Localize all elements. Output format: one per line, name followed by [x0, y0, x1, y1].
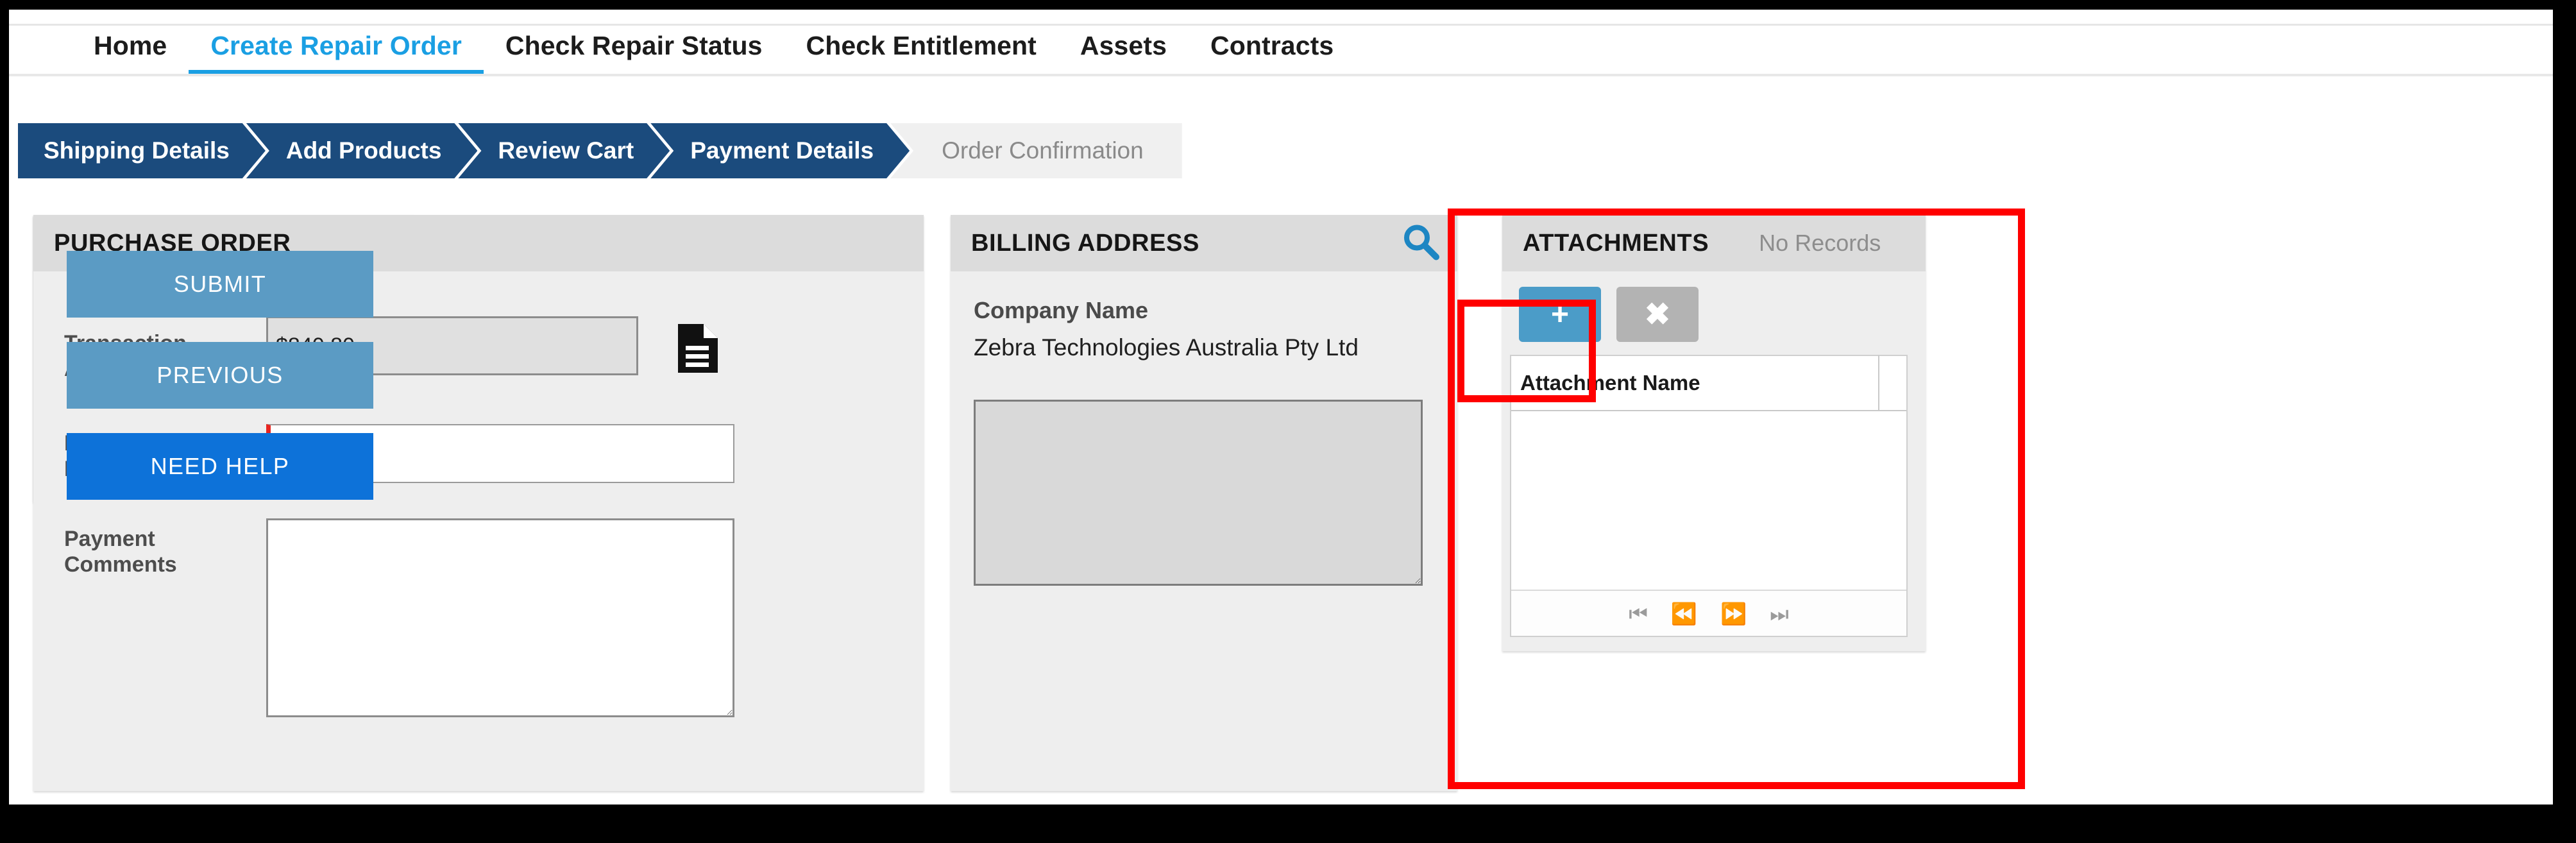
attachments-grid: Attachment Name ⏮ ⏪ ⏩ ⏭	[1510, 355, 1908, 637]
previous-page-button[interactable]: ⏪	[1671, 603, 1697, 624]
wizard-step-order-confirmation: Order Confirmation	[890, 123, 1182, 178]
payment-details-content: PURCHASE ORDER Transaction Amount	[33, 215, 2535, 792]
submit-button[interactable]: SUBMIT	[67, 251, 373, 318]
first-page-button[interactable]: ⏮	[1629, 603, 1648, 624]
nav-tab-create-repair-order[interactable]: Create Repair Order	[189, 26, 484, 76]
attachments-grid-header: Attachment Name	[1511, 355, 1906, 411]
attachments-title: ATTACHMENTS	[1523, 229, 1709, 257]
screenshot-frame: Home Create Repair Order Check Repair St…	[0, 0, 2576, 843]
nav-tab-list: Home Create Repair Order Check Repair St…	[72, 26, 1355, 76]
last-page-button[interactable]: ⏭	[1770, 603, 1789, 624]
company-name-value: Zebra Technologies Australia Pty Ltd	[974, 334, 1359, 361]
search-icon[interactable]	[1402, 223, 1439, 264]
attachments-grid-body	[1511, 411, 1906, 590]
wizard-step-payment-details[interactable]: Payment Details	[650, 123, 910, 178]
wizard-step-add-products[interactable]: Add Products	[246, 123, 478, 178]
payment-comments-label: Payment Comments	[64, 527, 177, 577]
attachments-panel: ATTACHMENTS No Records + ✖ Attachment Na…	[1502, 215, 1926, 651]
add-attachment-button[interactable]: +	[1519, 287, 1601, 342]
attachments-header: ATTACHMENTS No Records	[1502, 215, 1926, 271]
wizard-step-shipping-details[interactable]: Shipping Details	[18, 123, 266, 178]
company-name-label: Company Name	[974, 297, 1149, 323]
attachments-status: No Records	[1759, 230, 1881, 256]
action-buttons-list: SUBMIT PREVIOUS NEED HELP	[67, 251, 373, 500]
wizard-step-review-cart[interactable]: Review Cart	[458, 123, 670, 178]
application-page: Home Create Repair Order Check Repair St…	[9, 10, 2553, 805]
payment-comments-row: Payment Comments	[64, 518, 734, 717]
next-page-button[interactable]: ⏩	[1720, 603, 1747, 624]
payment-comments-textarea[interactable]	[266, 518, 734, 717]
attachments-toolbar: + ✖	[1519, 287, 1699, 342]
billing-address-panel: BILLING ADDRESS Company Name Zebra Techn…	[951, 215, 1457, 791]
billing-address-textarea[interactable]	[974, 400, 1423, 586]
nav-tab-check-entitlement[interactable]: Check Entitlement	[784, 26, 1058, 76]
billing-address-header: BILLING ADDRESS	[951, 215, 1457, 271]
nav-tab-contracts[interactable]: Contracts	[1189, 26, 1355, 76]
checkout-wizard-steps: Shipping Details Add Products Review Car…	[18, 123, 1182, 178]
nav-tab-assets[interactable]: Assets	[1058, 26, 1189, 76]
attachments-grid-pager: ⏮ ⏪ ⏩ ⏭	[1511, 590, 1906, 636]
nav-tab-home[interactable]: Home	[72, 26, 189, 76]
billing-address-title: BILLING ADDRESS	[971, 229, 1199, 257]
action-buttons-panel: SUBMIT PREVIOUS NEED HELP	[33, 215, 413, 502]
column-header-attachment-name[interactable]: Attachment Name	[1511, 355, 1879, 411]
document-icon[interactable]	[678, 324, 718, 373]
column-header-spacer	[1879, 355, 1906, 411]
remove-attachment-button[interactable]: ✖	[1616, 287, 1699, 342]
need-help-button[interactable]: NEED HELP	[67, 433, 373, 500]
nav-divider	[9, 74, 2553, 76]
main-navigation: Home Create Repair Order Check Repair St…	[9, 24, 2553, 76]
nav-tab-check-repair-status[interactable]: Check Repair Status	[484, 26, 784, 76]
previous-button[interactable]: PREVIOUS	[67, 342, 373, 409]
